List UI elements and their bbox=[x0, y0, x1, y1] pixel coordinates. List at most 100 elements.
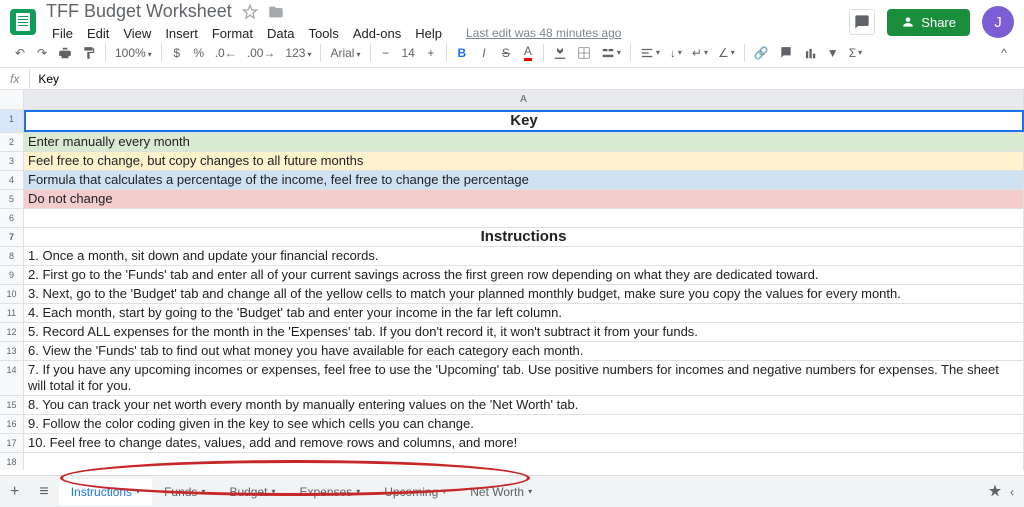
row-header[interactable]: 8 bbox=[0, 247, 24, 265]
cell-A15[interactable]: 8. You can track your net worth every mo… bbox=[24, 396, 1024, 414]
add-sheet-button[interactable]: + bbox=[0, 483, 29, 501]
sheet-tab-instructions[interactable]: Instructions▾ bbox=[59, 479, 152, 505]
rotate-button[interactable]: ∠ bbox=[714, 43, 739, 63]
cell-A1[interactable]: Key bbox=[24, 110, 1024, 132]
row-header[interactable]: 2 bbox=[0, 133, 24, 151]
undo-button[interactable]: ↶ bbox=[10, 43, 30, 63]
menu-insert[interactable]: Insert bbox=[159, 24, 204, 43]
cell-A6[interactable] bbox=[24, 209, 1024, 227]
row-header[interactable]: 3 bbox=[0, 152, 24, 170]
font-select[interactable]: Arial bbox=[326, 44, 364, 62]
cell-A5[interactable]: Do not change bbox=[24, 190, 1024, 208]
italic-button[interactable]: I bbox=[474, 43, 494, 63]
decrease-decimal-button[interactable]: .0← bbox=[211, 43, 241, 63]
row-header[interactable]: 17 bbox=[0, 434, 24, 452]
sheet-tab-menu-icon[interactable]: ▾ bbox=[442, 487, 446, 496]
cell-A4[interactable]: Formula that calculates a percentage of … bbox=[24, 171, 1024, 189]
currency-button[interactable]: $ bbox=[167, 43, 187, 63]
row-header[interactable]: 5 bbox=[0, 190, 24, 208]
font-size-plus[interactable]: + bbox=[421, 43, 441, 63]
menu-edit[interactable]: Edit bbox=[81, 24, 115, 43]
side-panel-toggle[interactable]: ‹ bbox=[1010, 485, 1014, 499]
sheet-tab-expenses[interactable]: Expenses▾ bbox=[288, 479, 373, 505]
functions-button[interactable]: Σ bbox=[845, 43, 866, 63]
sheet-tab-menu-icon[interactable]: ▾ bbox=[528, 487, 532, 496]
fill-color-button[interactable] bbox=[549, 43, 571, 63]
menu-help[interactable]: Help bbox=[409, 24, 448, 43]
column-header-A[interactable]: A bbox=[24, 90, 1024, 109]
row-header[interactable]: 14 bbox=[0, 361, 24, 395]
row-header[interactable]: 12 bbox=[0, 323, 24, 341]
font-size[interactable]: 14 bbox=[398, 44, 419, 62]
valign-button[interactable]: ↓ bbox=[666, 43, 686, 63]
cell-A11[interactable]: 4. Each month, start by going to the 'Bu… bbox=[24, 304, 1024, 322]
row-header[interactable]: 11 bbox=[0, 304, 24, 322]
menu-file[interactable]: File bbox=[46, 24, 79, 43]
sheet-tab-funds[interactable]: Funds▾ bbox=[152, 479, 217, 505]
cell-A14[interactable]: 7. If you have any upcoming incomes or e… bbox=[24, 361, 1024, 395]
sheet-tab-upcoming[interactable]: Upcoming▾ bbox=[372, 479, 458, 505]
row-header[interactable]: 6 bbox=[0, 209, 24, 227]
menu-format[interactable]: Format bbox=[206, 24, 259, 43]
number-format-select[interactable]: 123 bbox=[281, 44, 315, 62]
row-header[interactable]: 1 bbox=[0, 110, 24, 132]
explore-button[interactable] bbox=[986, 483, 1004, 501]
select-all-corner[interactable] bbox=[0, 90, 24, 109]
row-header[interactable]: 10 bbox=[0, 285, 24, 303]
menu-addons[interactable]: Add-ons bbox=[347, 24, 407, 43]
last-edit[interactable]: Last edit was 48 minutes ago bbox=[460, 24, 627, 43]
zoom-select[interactable]: 100% bbox=[111, 44, 156, 62]
move-folder-icon[interactable] bbox=[268, 4, 284, 20]
merge-button[interactable] bbox=[597, 43, 625, 63]
cell-A13[interactable]: 6. View the 'Funds' tab to find out what… bbox=[24, 342, 1024, 360]
redo-button[interactable]: ↷ bbox=[32, 43, 52, 63]
sheet-tab-menu-icon[interactable]: ▾ bbox=[271, 487, 275, 496]
star-icon[interactable] bbox=[242, 4, 258, 20]
text-color-button[interactable]: A bbox=[518, 41, 538, 64]
borders-button[interactable] bbox=[573, 43, 595, 63]
menu-view[interactable]: View bbox=[117, 24, 157, 43]
cell-A8[interactable]: 1. Once a month, sit down and update you… bbox=[24, 247, 1024, 265]
all-sheets-button[interactable]: ≡ bbox=[29, 483, 58, 501]
sheet-tab-menu-icon[interactable]: ▾ bbox=[356, 487, 360, 496]
comment-button[interactable] bbox=[775, 43, 797, 63]
account-avatar[interactable]: J bbox=[982, 6, 1014, 38]
halign-button[interactable] bbox=[636, 43, 664, 63]
increase-decimal-button[interactable]: .00→ bbox=[243, 43, 280, 63]
menu-data[interactable]: Data bbox=[261, 24, 300, 43]
formula-input[interactable] bbox=[30, 68, 1024, 89]
share-button[interactable]: Share bbox=[887, 9, 970, 36]
cell-A2[interactable]: Enter manually every month bbox=[24, 133, 1024, 151]
collapse-toolbar-button[interactable]: ^ bbox=[994, 43, 1014, 63]
cell-A9[interactable]: 2. First go to the 'Funds' tab and enter… bbox=[24, 266, 1024, 284]
cell-A10[interactable]: 3. Next, go to the 'Budget' tab and chan… bbox=[24, 285, 1024, 303]
menu-tools[interactable]: Tools bbox=[302, 24, 344, 43]
row-header[interactable]: 15 bbox=[0, 396, 24, 414]
sheet-tab-budget[interactable]: Budget▾ bbox=[217, 479, 287, 505]
row-header[interactable]: 18 bbox=[0, 453, 24, 470]
strike-button[interactable]: S bbox=[496, 43, 516, 63]
row-header[interactable]: 9 bbox=[0, 266, 24, 284]
print-button[interactable] bbox=[54, 43, 76, 63]
filter-button[interactable]: ▼ bbox=[823, 43, 843, 63]
comments-button[interactable] bbox=[849, 9, 875, 35]
sheet-tab-menu-icon[interactable]: ▾ bbox=[136, 487, 140, 496]
chart-button[interactable] bbox=[799, 43, 821, 63]
sheet-tab-menu-icon[interactable]: ▾ bbox=[201, 487, 205, 496]
cell-A17[interactable]: 10. Feel free to change dates, values, a… bbox=[24, 434, 1024, 452]
cell-A3[interactable]: Feel free to change, but copy changes to… bbox=[24, 152, 1024, 170]
link-button[interactable]: 🔗 bbox=[750, 43, 773, 63]
row-header[interactable]: 7 bbox=[0, 228, 24, 246]
percent-button[interactable]: % bbox=[189, 43, 209, 63]
row-header[interactable]: 13 bbox=[0, 342, 24, 360]
cell-A7[interactable]: Instructions bbox=[24, 228, 1024, 246]
sheet-tab-net-worth[interactable]: Net Worth▾ bbox=[458, 479, 544, 505]
wrap-button[interactable]: ↵ bbox=[688, 43, 712, 63]
bold-button[interactable]: B bbox=[452, 43, 472, 63]
cell-A18[interactable] bbox=[24, 453, 1024, 470]
cell-A16[interactable]: 9. Follow the color coding given in the … bbox=[24, 415, 1024, 433]
cell-A12[interactable]: 5. Record ALL expenses for the month in … bbox=[24, 323, 1024, 341]
document-title[interactable]: TFF Budget Worksheet bbox=[46, 1, 232, 22]
paint-format-button[interactable] bbox=[78, 43, 100, 63]
row-header[interactable]: 16 bbox=[0, 415, 24, 433]
